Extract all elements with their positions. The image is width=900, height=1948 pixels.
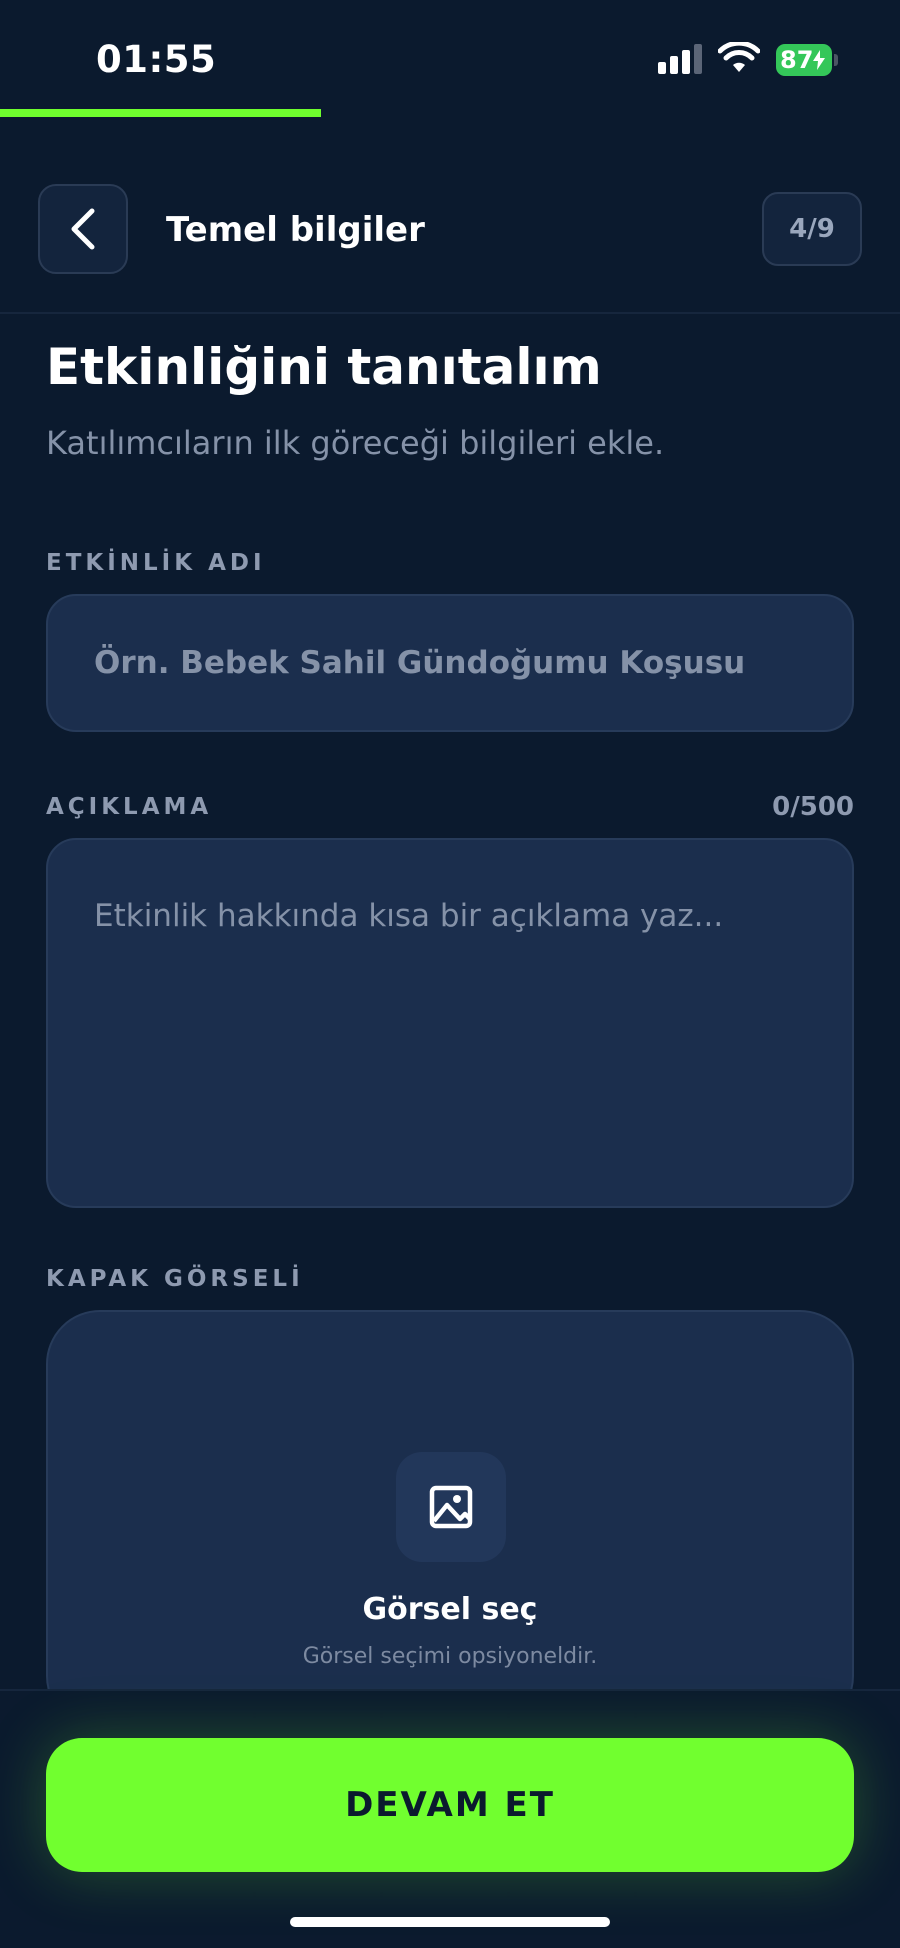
event-name-input[interactable]: Örn. Bebek Sahil Gündoğumu Koşusu bbox=[46, 594, 854, 732]
cover-image-picker[interactable]: Görsel seç Görsel seçimi opsiyoneldir. bbox=[46, 1310, 854, 1689]
description-textarea[interactable]: Etkinlik hakkında kısa bir açıklama yaz.… bbox=[46, 838, 854, 1208]
status-time: 01:55 bbox=[96, 38, 217, 81]
status-bar: 01:55 87 bbox=[0, 0, 900, 110]
footer: DEVAM ET bbox=[0, 1689, 900, 1948]
page-subtitle: Katılımcıların ilk göreceği bilgileri ek… bbox=[46, 424, 665, 462]
cellular-signal-icon bbox=[658, 44, 702, 74]
home-indicator bbox=[290, 1917, 610, 1927]
back-button[interactable] bbox=[38, 184, 128, 274]
header: Temel bilgiler 4/9 bbox=[0, 170, 900, 300]
charging-bolt-icon bbox=[813, 50, 826, 70]
progress-fill bbox=[0, 109, 322, 117]
description-label: AÇIKLAMA bbox=[46, 794, 213, 820]
image-icon bbox=[396, 1452, 506, 1562]
battery-cap bbox=[834, 54, 838, 66]
onboarding-progress-bar bbox=[0, 109, 900, 117]
choose-image-title: Görsel seç bbox=[362, 1592, 538, 1627]
continue-button[interactable]: DEVAM ET bbox=[46, 1738, 854, 1872]
cover-image-label: KAPAK GÖRSELİ bbox=[46, 1266, 304, 1292]
description-char-counter: 0/500 bbox=[772, 792, 854, 822]
page-title: Etkinliğini tanıtalım bbox=[46, 338, 602, 396]
event-name-label: ETKİNLİK ADI bbox=[46, 550, 266, 576]
wifi-icon bbox=[718, 42, 760, 72]
chevron-left-icon bbox=[71, 208, 95, 250]
form-content[interactable]: Etkinliğini tanıtalım Katılımcıların ilk… bbox=[0, 314, 900, 1689]
battery-level: 87 bbox=[776, 44, 832, 76]
header-title: Temel bilgiler bbox=[166, 210, 425, 250]
battery-icon: 87 bbox=[776, 44, 838, 76]
step-counter-badge: 4/9 bbox=[762, 192, 862, 266]
choose-image-hint: Görsel seçimi opsiyoneldir. bbox=[302, 1644, 598, 1669]
